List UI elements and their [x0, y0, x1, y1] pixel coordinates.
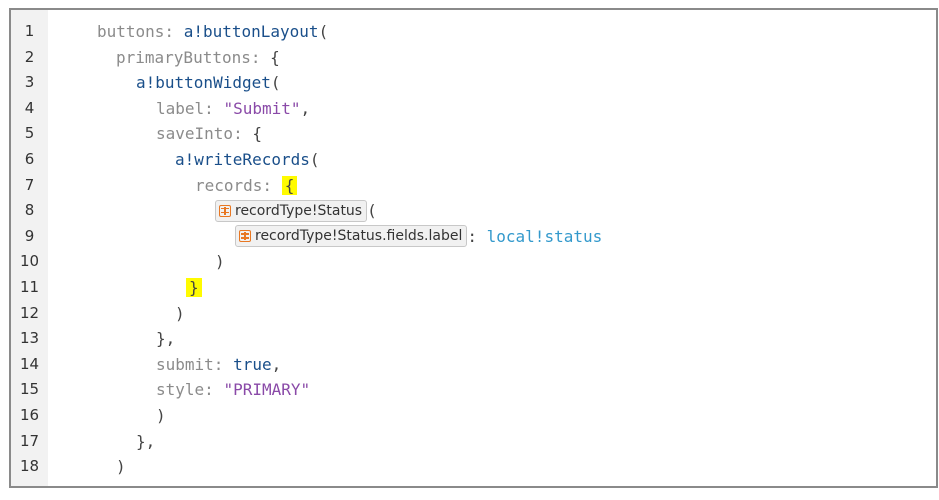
code-line: 6 a!writeRecords( — [11, 147, 936, 173]
line-number: 1 — [24, 22, 35, 40]
code-editor[interactable]: 1 buttons: a!buttonLayout( 2 primaryButt… — [9, 8, 938, 488]
code-line: 18 ) — [11, 454, 936, 480]
code-punctuation: ) — [116, 457, 126, 477]
code-text[interactable]: records: { — [195, 173, 298, 199]
record-field-chip[interactable]: recordType!Status.fields.label — [235, 225, 468, 248]
line-number: 11 — [19, 277, 40, 296]
code-punctuation: , — [271, 354, 282, 374]
code-punctuation: : — [467, 226, 487, 246]
code-text[interactable]: } — [186, 275, 202, 301]
code-text[interactable]: saveInto: { — [156, 121, 262, 147]
code-punctuation: { — [270, 47, 280, 67]
line-number: 18 — [19, 457, 40, 476]
code-text[interactable]: style: "PRIMARY" — [156, 377, 310, 403]
code-text[interactable]: ) — [175, 301, 185, 327]
code-punctuation: , — [300, 98, 311, 118]
code-punctuation: }, — [136, 431, 156, 451]
line-number: 4 — [24, 98, 35, 117]
code-text[interactable]: ) — [215, 249, 225, 275]
line-number: 17 — [19, 431, 40, 450]
code-line: 1 buttons: a!buttonLayout( — [11, 19, 936, 45]
code-text[interactable]: recordType!Status.fields.label: local!st… — [235, 224, 602, 250]
code-line: 9 recordType!Status.fields.label: local!… — [11, 224, 936, 250]
code-function: a!buttonWidget — [136, 73, 271, 93]
code-line: 15 style: "PRIMARY" — [11, 377, 936, 403]
code-punctuation: ) — [175, 303, 185, 323]
code-key: saveInto: — [156, 124, 253, 144]
code-line: 14 submit: true, — [11, 352, 936, 378]
code-key: buttons: — [97, 22, 184, 41]
code-punctuation: ) — [156, 405, 166, 425]
line-number: 7 — [24, 175, 35, 194]
record-type-icon — [239, 230, 251, 243]
line-number: 2 — [24, 47, 35, 66]
code-text[interactable]: ) — [116, 454, 126, 480]
line-number: 5 — [24, 124, 35, 143]
code-line: 7 records: { — [11, 173, 936, 199]
highlighted-brace: { — [281, 175, 298, 195]
line-number: 3 — [24, 73, 35, 92]
record-type-icon — [219, 204, 231, 217]
line-number: 15 — [19, 380, 40, 399]
code-line: 4 label: "Submit", — [11, 96, 936, 122]
code-key: label: — [156, 98, 224, 118]
code-key: submit: — [156, 354, 234, 374]
code-text[interactable]: a!buttonWidget( — [136, 70, 281, 96]
code-line: 17 }, — [11, 429, 936, 455]
code-keyword: true — [233, 354, 272, 374]
code-punctuation: }, — [156, 329, 176, 349]
code-punctuation: ) — [215, 252, 225, 272]
code-line: 16 ) — [11, 403, 936, 429]
code-line: 3 a!buttonWidget( — [11, 70, 936, 96]
code-text[interactable]: ) — [156, 403, 166, 429]
highlighted-brace: } — [186, 277, 202, 297]
line-number: 12 — [19, 303, 40, 322]
code-function: a!writeRecords — [175, 149, 310, 169]
code-line: 8 recordType!Status( — [11, 198, 936, 224]
line-number: 10 — [19, 252, 40, 271]
line-number: 9 — [24, 226, 35, 245]
code-text[interactable]: buttons: a!buttonLayout( — [97, 19, 328, 45]
code-text[interactable]: recordType!Status( — [215, 198, 377, 224]
record-type-chip-label: recordType!Status — [235, 202, 363, 219]
code-punctuation: ( — [367, 201, 377, 221]
code-line: 10 ) — [11, 249, 936, 275]
code-line: 2 primaryButtons: { — [11, 45, 936, 71]
code-punctuation: ( — [270, 73, 281, 93]
code-line: 5 saveInto: { — [11, 121, 936, 147]
code-variable: local!status — [486, 226, 603, 246]
code-punctuation: ( — [318, 22, 329, 41]
code-key: primaryButtons: — [116, 47, 271, 67]
code-text[interactable]: a!writeRecords( — [175, 147, 320, 173]
record-field-chip-label: recordType!Status.fields.label — [255, 228, 463, 245]
code-string: "Submit" — [223, 98, 301, 118]
code-line: 13 }, — [11, 326, 936, 352]
code-string: "PRIMARY" — [223, 380, 311, 400]
code-lines: 1 buttons: a!buttonLayout( 2 primaryButt… — [11, 19, 936, 480]
code-function: a!buttonLayout — [183, 22, 319, 41]
code-punctuation: ( — [309, 149, 320, 169]
code-text[interactable]: label: "Submit", — [156, 96, 310, 122]
code-key: records: — [195, 175, 282, 195]
line-number: 14 — [19, 354, 40, 373]
line-number: 6 — [24, 149, 35, 168]
line-number: 13 — [19, 329, 40, 348]
code-key: style: — [156, 380, 224, 400]
code-text[interactable]: primaryButtons: { — [116, 45, 280, 71]
code-punctuation: { — [252, 124, 262, 144]
code-line: 12 ) — [11, 301, 936, 327]
line-number: 8 — [24, 201, 35, 220]
record-type-chip[interactable]: recordType!Status — [215, 199, 368, 222]
code-text[interactable]: submit: true, — [156, 352, 281, 378]
line-number: 16 — [19, 405, 40, 424]
code-text[interactable]: }, — [156, 326, 175, 352]
code-line: 11 } — [11, 275, 936, 301]
code-text[interactable]: }, — [136, 429, 155, 455]
